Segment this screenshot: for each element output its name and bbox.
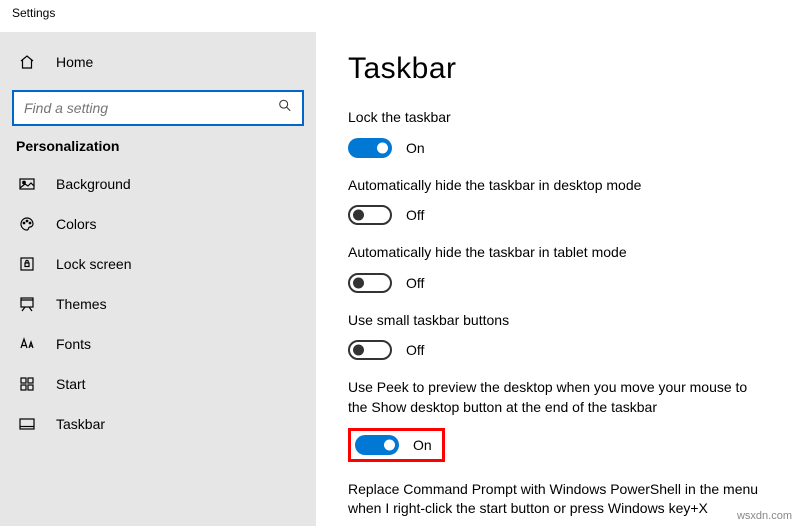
- setting-item: Replace Command Prompt with Windows Powe…: [348, 480, 768, 526]
- sidebar-item-label: Taskbar: [56, 416, 105, 432]
- sidebar-item-colors[interactable]: Colors: [0, 204, 316, 244]
- toggle-switch[interactable]: [355, 435, 399, 455]
- toggle-state-label: On: [406, 140, 425, 156]
- sidebar-item-label: Themes: [56, 296, 107, 312]
- setting-item: Use Peek to preview the desktop when you…: [348, 378, 768, 461]
- nav-home-label: Home: [56, 54, 93, 70]
- toggle-state-label: Off: [406, 207, 424, 223]
- toggle-switch[interactable]: [348, 273, 392, 293]
- setting-item: Automatically hide the taskbar in deskto…: [348, 176, 768, 226]
- lock-screen-icon: [16, 256, 38, 272]
- sidebar-item-fonts[interactable]: Fonts: [0, 324, 316, 364]
- sidebar-item-themes[interactable]: Themes: [0, 284, 316, 324]
- sidebar-item-label: Start: [56, 376, 86, 392]
- setting-item: Automatically hide the taskbar in tablet…: [348, 243, 768, 293]
- palette-icon: [16, 216, 38, 232]
- page-title: Taskbar: [348, 52, 768, 86]
- setting-label: Use Peek to preview the desktop when you…: [348, 378, 768, 417]
- taskbar-icon: [16, 416, 38, 432]
- toggle-state-label: Off: [406, 342, 424, 358]
- toggle-switch[interactable]: [348, 138, 392, 158]
- fonts-icon: [16, 336, 38, 352]
- sidebar-section-label: Personalization: [0, 138, 316, 154]
- search-box[interactable]: [12, 90, 304, 126]
- sidebar-item-label: Colors: [56, 216, 96, 232]
- sidebar-item-label: Background: [56, 176, 131, 192]
- sidebar-item-lock-screen[interactable]: Lock screen: [0, 244, 316, 284]
- nav-home[interactable]: Home: [0, 42, 316, 82]
- highlight-box: On: [348, 428, 445, 462]
- main-panel: Taskbar Lock the taskbar On Automatically …: [316, 32, 800, 526]
- search-icon: [278, 99, 292, 118]
- sidebar-item-start[interactable]: Start: [0, 364, 316, 404]
- start-icon: [16, 376, 38, 392]
- toggle-switch[interactable]: [348, 340, 392, 360]
- watermark: wsxdn.com: [737, 510, 792, 522]
- sidebar: Home Personalization Background Colors L…: [0, 32, 316, 526]
- setting-label: Automatically hide the taskbar in deskto…: [348, 176, 768, 196]
- window-title: Settings: [0, 0, 800, 32]
- sidebar-item-taskbar[interactable]: Taskbar: [0, 404, 316, 444]
- setting-label: Replace Command Prompt with Windows Powe…: [348, 480, 768, 519]
- toggle-state-label: On: [413, 437, 432, 453]
- sidebar-item-background[interactable]: Background: [0, 164, 316, 204]
- setting-item: Use small taskbar buttons Off: [348, 311, 768, 361]
- search-input[interactable]: [14, 100, 302, 116]
- setting-label: Automatically hide the taskbar in tablet…: [348, 243, 768, 263]
- toggle-switch[interactable]: [348, 205, 392, 225]
- setting-label: Use small taskbar buttons: [348, 311, 768, 331]
- home-icon: [16, 54, 38, 70]
- themes-icon: [16, 296, 38, 312]
- sidebar-item-label: Lock screen: [56, 256, 131, 272]
- setting-item: Lock the taskbar On: [348, 108, 768, 158]
- toggle-state-label: Off: [406, 275, 424, 291]
- sidebar-item-label: Fonts: [56, 336, 91, 352]
- setting-label: Lock the taskbar: [348, 108, 768, 128]
- picture-icon: [16, 176, 38, 192]
